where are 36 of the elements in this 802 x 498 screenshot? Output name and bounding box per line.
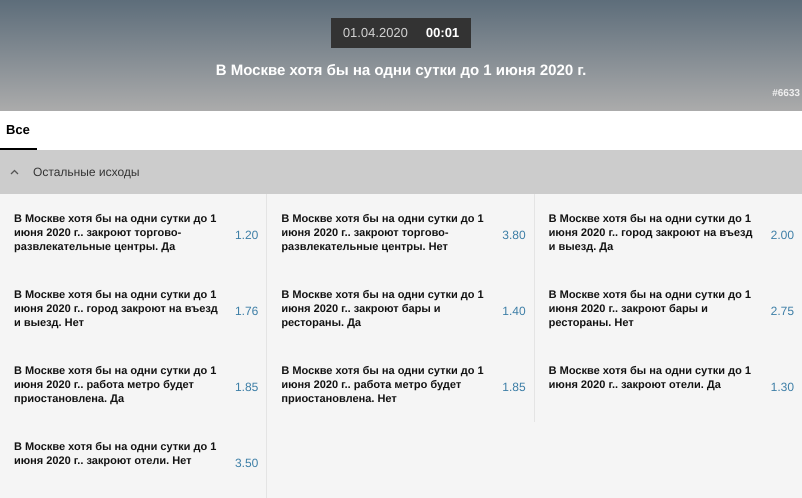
event-title: В Москве хотя бы на одни сутки до 1 июня 2020 г. bbox=[216, 61, 586, 81]
outcome-odds: 1.76 bbox=[234, 303, 258, 320]
outcome-odds: 1.40 bbox=[501, 303, 526, 320]
event-date: 01.04.2020 bbox=[342, 24, 408, 42]
outcome-cell[interactable]: В Москве хотя бы на одни сутки до 1 июня 2020 г.. работа метро будет приостановлена. Нет 1.85 bbox=[267, 346, 535, 422]
outcome-label: В Москве хотя бы на одни сутки до 1 июня 2020 г.. закроют отели. Да bbox=[548, 364, 752, 392]
outcome-odds: 1.20 bbox=[234, 227, 258, 244]
outcome-label: В Москве хотя бы на одни сутки до 1 июня 2020 г.. закроют бары и рестораны. Нет bbox=[548, 288, 752, 330]
outcome-cell[interactable]: В Москве хотя бы на одни сутки до 1 июня 2020 г.. закроют отели. Нет 3.50 bbox=[0, 422, 268, 498]
outcome-cell[interactable]: В Москве хотя бы на одни сутки до 1 июня 2020 г.. закроют отели. Да 1.30 bbox=[534, 346, 802, 422]
event-id: #6633 bbox=[772, 87, 800, 102]
outcome-odds: 2.75 bbox=[770, 303, 794, 320]
outcome-label: В Москве хотя бы на одни сутки до 1 июня 2020 г.. закроют торгово-развлекательные центры. Нет bbox=[281, 212, 485, 254]
outcome-cell[interactable]: В Москве хотя бы на одни сутки до 1 июня 2020 г.. закроют торгово-развлекательные центры. Да 1.20 bbox=[0, 194, 268, 270]
outcome-cell[interactable]: В Москве хотя бы на одни сутки до 1 июня 2020 г.. работа метро будет приостановлена. Да 1.85 bbox=[0, 346, 268, 422]
event-time: 00:01 bbox=[426, 24, 460, 42]
outcome-odds: 1.85 bbox=[234, 379, 258, 396]
outcome-odds: 3.80 bbox=[501, 227, 526, 244]
outcome-cell[interactable]: В Москве хотя бы на одни сутки до 1 июня 2020 г.. город закроют на въезд и выезд. Нет 1.76 bbox=[0, 270, 268, 346]
outcome-label: В Москве хотя бы на одни сутки до 1 июня 2020 г.. город закроют на въезд и выезд. Нет bbox=[14, 288, 219, 330]
outcome-label: В Москве хотя бы на одни сутки до 1 июня 2020 г.. работа метро будет приостановлена. Да bbox=[14, 364, 218, 406]
section-header[interactable]: Остальные исходы bbox=[0, 150, 802, 194]
outcome-cell[interactable]: В Москве хотя бы на одни сутки до 1 июня 2020 г.. закроют бары и рестораны. Нет 2.75 bbox=[534, 270, 802, 346]
outcome-label: В Москве хотя бы на одни сутки до 1 июня 2020 г.. закроют бары и рестораны. Да bbox=[281, 288, 485, 330]
outcome-cell[interactable]: В Москве хотя бы на одни сутки до 1 июня 2020 г.. закроют бары и рестораны. Да 1.40 bbox=[267, 270, 535, 346]
outcome-label: В Москве хотя бы на одни сутки до 1 июня 2020 г.. город закроют на въезд и выезд. Да bbox=[548, 212, 754, 254]
outcome-label: В Москве хотя бы на одни сутки до 1 июня 2020 г.. закроют отели. Нет bbox=[14, 440, 218, 468]
outcome-label: В Москве хотя бы на одни сутки до 1 июня 2020 г.. закроют торгово-развлекательные центры. Да bbox=[14, 212, 218, 254]
chevron-up-icon bbox=[10, 169, 19, 176]
outcome-odds: 3.50 bbox=[234, 455, 258, 472]
outcome-odds: 2.00 bbox=[770, 227, 794, 244]
outcome-cell[interactable]: В Москве хотя бы на одни сутки до 1 июня 2020 г.. закроют торгово-развлекательные центры. Нет 3.80 bbox=[267, 194, 535, 270]
outcome-odds: 1.85 bbox=[501, 379, 526, 396]
outcome-odds: 1.30 bbox=[770, 379, 794, 396]
outcome-cell[interactable]: В Москве хотя бы на одни сутки до 1 июня 2020 г.. город закроют на въезд и выезд. Да 2.00 bbox=[534, 194, 802, 270]
outcome-label: В Москве хотя бы на одни сутки до 1 июня 2020 г.. работа метро будет приостановлена. Нет bbox=[281, 364, 485, 406]
